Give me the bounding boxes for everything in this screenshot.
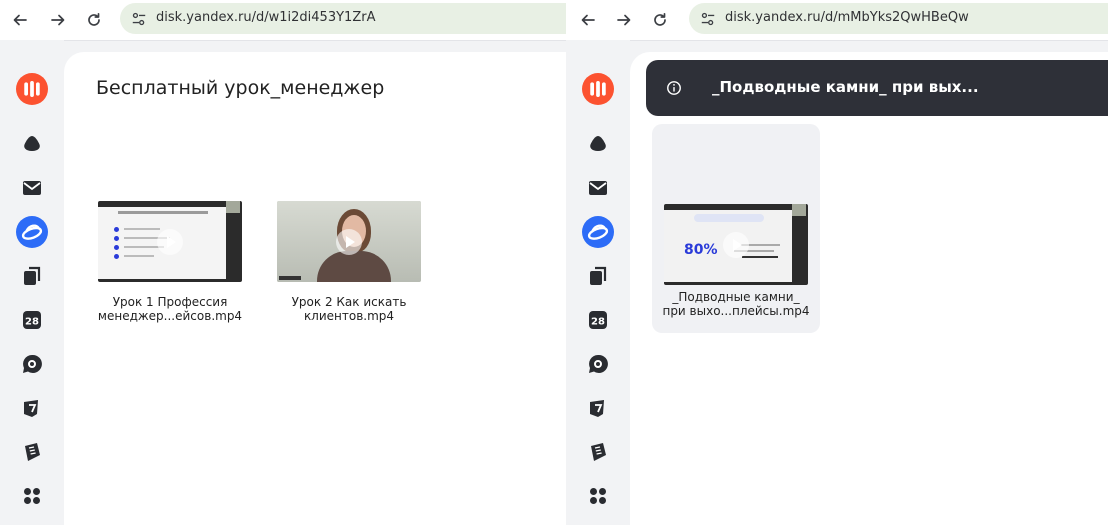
notes-icon: [591, 443, 606, 461]
video-thumbnail[interactable]: 80%: [664, 204, 808, 285]
forward-button[interactable]: [612, 8, 636, 32]
address-bar[interactable]: disk.yandex.ru/d/mMbYks2QwHBeQw: [689, 3, 1108, 34]
messenger-icon: [23, 354, 42, 373]
banner-title: _Подводные камни_ при вых...: [712, 78, 979, 96]
folder-content: Бесплатный урок_менеджер Урок 1 Професси…: [64, 52, 566, 525]
services-sidebar: 28: [0, 40, 64, 525]
disk-icon: [16, 216, 48, 248]
rail-messenger[interactable]: [582, 348, 614, 380]
rail-messenger[interactable]: [16, 348, 48, 380]
file-name: Урок 1 Профессия менеджер...ейсов.mp4: [97, 295, 243, 323]
rail-documents[interactable]: [582, 260, 614, 292]
site-info-icon[interactable]: [130, 10, 148, 28]
notes-icon: [25, 443, 40, 461]
apps-grid-icon: [590, 488, 606, 504]
rail-apps[interactable]: [582, 480, 614, 512]
url-text[interactable]: disk.yandex.ru/d/w1i2di453Y1ZrA: [156, 10, 375, 25]
yandex-logo-icon: [16, 73, 48, 105]
file-item[interactable]: Урок 1 Профессия менеджер...ейсов.mp4: [94, 201, 246, 323]
calendar-day: 28: [591, 317, 605, 328]
file-info-banner: _Подводные камни_ при вых...: [646, 60, 1108, 116]
rail-mail[interactable]: [582, 172, 614, 204]
rail-documents[interactable]: [16, 260, 48, 292]
rail-calendar[interactable]: 28: [16, 304, 48, 336]
cloud-icon: [24, 136, 40, 151]
rail-calendar[interactable]: 28: [582, 304, 614, 336]
rail-notes[interactable]: [16, 436, 48, 468]
thumbnail-figure: 80%: [684, 242, 718, 258]
file-name: _Подводные камни_ при выхо...плейсы.mp4: [662, 290, 810, 318]
left-browser-window: disk.yandex.ru/d/w1i2di453Y1ZrA 28 Беспл…: [0, 0, 566, 525]
rail-disk[interactable]: [582, 216, 614, 248]
file-item[interactable]: Урок 2 Как искать клиентов.mp4: [273, 201, 425, 323]
back-button[interactable]: [8, 8, 32, 32]
rail-notes[interactable]: [582, 436, 614, 468]
folder-title: Бесплатный урок_менеджер: [96, 77, 385, 99]
reload-icon: [88, 12, 100, 26]
reload-button[interactable]: [648, 8, 672, 32]
yandex-logo[interactable]: [582, 73, 614, 105]
services-sidebar: 28: [566, 40, 630, 525]
mail-icon: [23, 181, 41, 195]
telemost-icon: [590, 400, 604, 417]
arrow-left-icon: [13, 14, 27, 26]
reload-icon: [654, 12, 666, 26]
forward-button[interactable]: [46, 8, 70, 32]
documents-icon: [590, 266, 607, 285]
cloud-icon: [590, 136, 606, 151]
yandex-logo[interactable]: [16, 73, 48, 105]
arrow-right-icon: [51, 14, 65, 26]
documents-icon: [24, 266, 41, 285]
calendar-icon: 28: [23, 311, 41, 329]
play-icon: [723, 231, 749, 258]
address-bar[interactable]: disk.yandex.ru/d/w1i2di453Y1ZrA: [120, 3, 566, 34]
file-name: Урок 2 Как искать клиентов.mp4: [291, 295, 407, 323]
video-thumbnail[interactable]: [277, 201, 421, 282]
rail-telemost[interactable]: [16, 392, 48, 424]
browser-toolbar: disk.yandex.ru/d/mMbYks2QwHBeQw: [566, 0, 1108, 41]
disk-icon: [582, 216, 614, 248]
play-icon: [336, 228, 362, 255]
arrow-right-icon: [617, 14, 631, 26]
info-icon[interactable]: [665, 79, 683, 97]
rail-cloud[interactable]: [582, 128, 614, 160]
yandex-logo-icon: [582, 73, 614, 105]
messenger-icon: [589, 354, 608, 373]
file-content: 80% _Подводные камни_ при выхо...плейсы.…: [630, 52, 1108, 525]
calendar-day: 28: [25, 317, 39, 328]
back-button[interactable]: [576, 8, 600, 32]
rail-disk[interactable]: [16, 216, 48, 248]
arrow-left-icon: [581, 14, 595, 26]
file-item[interactable]: 80% _Подводные камни_ при выхо...плейсы.…: [652, 124, 820, 333]
apps-grid-icon: [24, 488, 40, 504]
reload-button[interactable]: [82, 8, 106, 32]
rail-telemost[interactable]: [582, 392, 614, 424]
mail-icon: [589, 181, 607, 195]
site-info-icon[interactable]: [699, 10, 717, 28]
video-thumbnail[interactable]: [98, 201, 242, 282]
browser-toolbar: disk.yandex.ru/d/w1i2di453Y1ZrA: [0, 0, 566, 41]
telemost-icon: [24, 400, 38, 417]
url-text[interactable]: disk.yandex.ru/d/mMbYks2QwHBeQw: [725, 10, 969, 25]
rail-mail[interactable]: [16, 172, 48, 204]
play-icon: [157, 228, 183, 255]
rail-apps[interactable]: [16, 480, 48, 512]
rail-cloud[interactable]: [16, 128, 48, 160]
calendar-icon: 28: [589, 311, 607, 329]
